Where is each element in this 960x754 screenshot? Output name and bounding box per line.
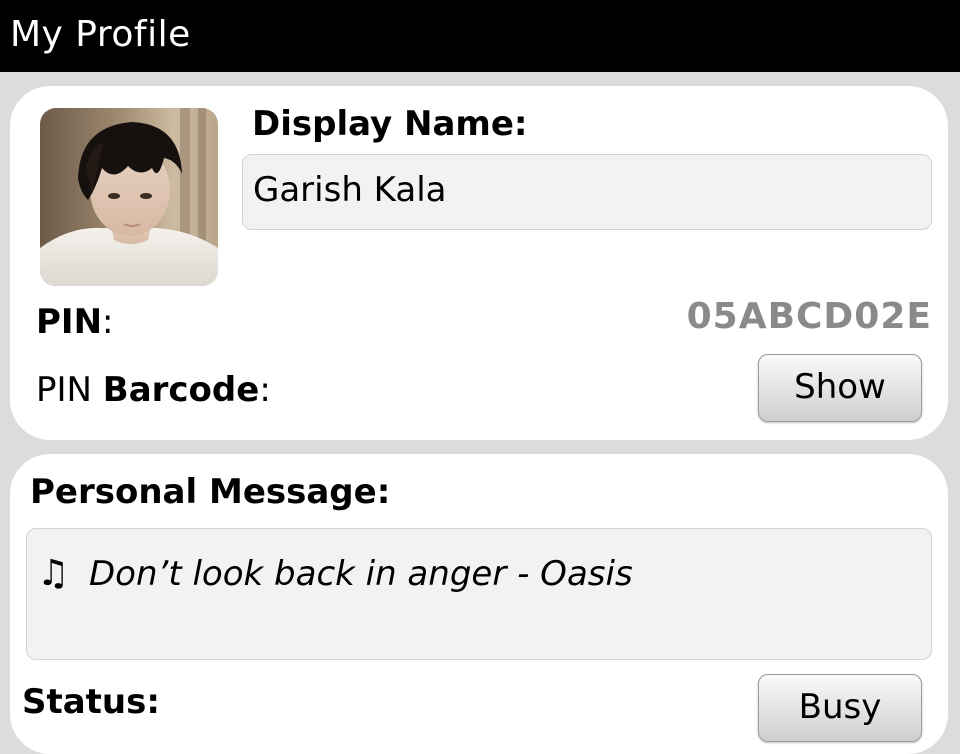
display-name-field[interactable]: Garish Kala [242, 154, 932, 230]
title-bar: My Profile [0, 0, 960, 72]
message-panel: Personal Message: ♫ Don’t look back in a… [10, 454, 948, 754]
pin-label-text: PIN [36, 302, 103, 342]
pin-barcode-label: PIN Barcode: [36, 368, 271, 412]
personal-message-field[interactable]: ♫ Don’t look back in anger - Oasis [26, 528, 932, 660]
avatar-photo [40, 108, 218, 286]
pin-value: 05ABCD02E [686, 296, 932, 337]
window-title: My Profile [10, 14, 191, 55]
personal-message-label: Personal Message: [30, 472, 391, 512]
status-label: Status: [22, 682, 160, 722]
show-barcode-button[interactable]: Show [758, 354, 922, 422]
pin-label: PIN: [36, 300, 114, 344]
display-name-label: Display Name: [252, 104, 528, 144]
personal-message-value: Don’t look back in anger - Oasis [89, 554, 633, 594]
pin-barcode-label-bold: Barcode [102, 370, 260, 410]
pin-barcode-label-prefix: PIN [36, 370, 103, 410]
pin-label-colon: : [102, 302, 114, 342]
profile-panel: Display Name: Garish Kala PIN: 05ABCD02E… [10, 86, 948, 440]
avatar[interactable] [40, 108, 218, 286]
pin-barcode-label-colon: : [259, 370, 271, 410]
display-name-value: Garish Kala [253, 170, 447, 210]
status-busy-button[interactable]: Busy [758, 674, 922, 742]
music-note-icon: ♫ [37, 553, 70, 594]
